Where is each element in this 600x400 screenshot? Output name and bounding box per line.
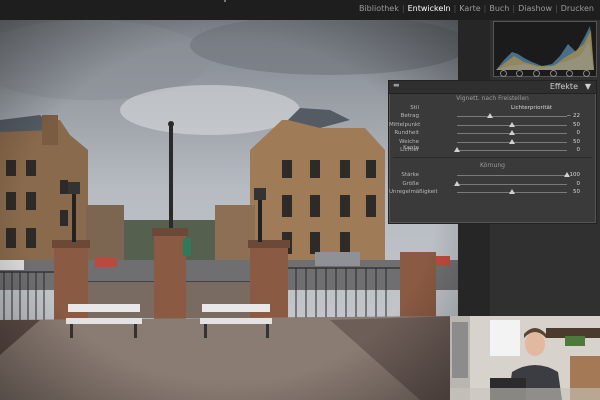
slider-staerke[interactable]: Stärke 100 [389,171,596,179]
effects-panel-title: Effekte [549,82,578,91]
slider-groesse[interactable]: Größe 0 [389,180,596,188]
slider-thumb[interactable] [509,138,515,144]
gradient-filter-icon[interactable] [549,70,557,77]
slider-label: Betrag [400,113,419,120]
slider-thumb[interactable] [509,189,515,195]
slider-label: Lichter [400,146,419,153]
slider-weiche-kante[interactable]: Weiche Kante 50 [389,138,596,151]
panel-switch-icon[interactable]: ▬ [393,81,400,89]
module-bar: Bibliothek | Entwickeln | Karte | Buch |… [0,0,600,21]
module-bibliothek[interactable]: Bibliothek [359,4,399,13]
collapse-triangle-icon[interactable]: ▼ [585,82,591,91]
indicator-dot [224,0,226,2]
slider-mittelpunkt[interactable]: Mittelpunkt 50 [389,121,596,129]
slider-label: Mittelpunkt [389,121,421,128]
vignette-style-label: Stil [410,105,419,111]
slider-track[interactable] [457,183,567,185]
spot-removal-icon[interactable] [516,70,524,77]
slider-lichter[interactable]: Lichter 0 [389,146,596,154]
vignette-style-select[interactable]: Lichterpriorität [511,105,552,111]
crop-tool-icon[interactable] [499,70,507,77]
slider-track[interactable] [457,149,567,151]
slider-thumb[interactable] [454,180,460,186]
slider-value[interactable]: 0 [577,181,581,187]
module-separator: | [512,4,516,13]
histogram-toolstrip [495,69,595,78]
effects-panel: ▬ Effekte ▼ Vignett. nach Freistellen St… [388,80,597,224]
module-karte[interactable]: Karte [459,4,480,13]
vignette-style-row[interactable]: Stil Lichterpriorität [389,104,596,112]
slider-track[interactable] [457,116,567,118]
module-picker: Bibliothek | Entwickeln | Karte | Buch |… [359,4,594,13]
slider-label: Rundheit [394,130,419,137]
module-separator: | [555,4,558,13]
effects-panel-header[interactable]: ▬ Effekte ▼ [389,81,596,94]
slider-label: Stärke [401,172,419,179]
red-eye-icon[interactable] [533,70,541,77]
slider-track[interactable] [457,175,567,177]
slider-value[interactable]: − 22 [567,113,580,119]
slider-value[interactable]: 50 [573,122,580,128]
slider-rundheit[interactable]: Rundheit 0 [389,129,596,137]
brush-icon[interactable] [583,70,591,77]
module-separator: | [483,4,487,13]
section-divider [393,157,592,159]
histogram-graph [496,26,594,70]
module-entwickeln[interactable]: Entwickeln [408,4,451,13]
slider-value[interactable]: 50 [573,189,580,195]
presenter-video [450,316,600,400]
module-drucken[interactable]: Drucken [561,4,594,13]
radial-filter-icon[interactable] [566,70,574,77]
grain-section: Körnung Stärke 100 Größe 0 Unregelmäßigk… [389,161,596,196]
vignette-title: Vignett. nach Freistellen [456,95,529,102]
slider-thumb[interactable] [509,130,515,136]
module-separator: | [401,4,405,13]
slider-label: Unregelmäßigkeit [389,189,438,196]
slider-thumb[interactable] [454,146,460,152]
module-separator: | [453,4,457,13]
module-diashow[interactable]: Diashow [518,4,552,13]
slider-unregelmaessigkeit[interactable]: Unregelmäßigkeit 50 [389,188,596,196]
slider-value[interactable]: 0 [577,130,581,136]
grain-title: Körnung [480,162,505,170]
module-buch[interactable]: Buch [489,4,509,13]
slider-betrag[interactable]: Betrag − 22 [389,112,596,120]
slider-value[interactable]: 50 [573,139,580,145]
slider-value[interactable]: 0 [577,147,581,153]
vignette-section: Vignett. nach Freistellen Stil Lichterpr… [389,94,596,154]
slider-value[interactable]: 100 [570,172,581,178]
slider-thumb[interactable] [509,121,515,127]
slider-thumb[interactable] [487,113,493,119]
slider-label: Größe [402,180,419,187]
webcam-overlay [450,316,600,400]
